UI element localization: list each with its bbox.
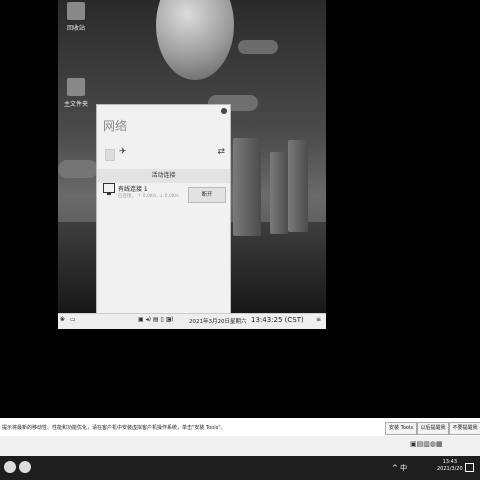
panel-title: 网络 bbox=[103, 119, 128, 133]
standing-stone bbox=[233, 138, 261, 236]
disconnect-button[interactable]: 断开 bbox=[188, 187, 226, 203]
network-panel: 网络 ✈ ⇄ 活动连接 bbox=[96, 104, 231, 316]
vm-clock: 13:43:25 (CST) bbox=[251, 316, 304, 324]
host-time: 13:43 bbox=[442, 459, 458, 465]
cloud bbox=[58, 160, 98, 178]
standing-stone bbox=[288, 140, 308, 232]
never-remind-button[interactable]: 不要提醒我 bbox=[449, 422, 480, 435]
desktop-icon-trash[interactable]: 回收站 bbox=[58, 2, 94, 32]
host-app-icon[interactable] bbox=[4, 461, 16, 473]
connection-status: 已连接， ↑ 0.0K/s, ↓ 0.0K/s bbox=[118, 194, 179, 199]
host-taskbar bbox=[0, 456, 480, 480]
notification-icon[interactable] bbox=[465, 463, 474, 472]
desktop-icon[interactable]: ▭ bbox=[70, 316, 76, 323]
cloud bbox=[238, 40, 278, 54]
vm-taskbar: ❀ ▭ ▣ ◂) ▤ ▯ ▥ ◂) 2021年3月20日星期六 13:43:25… bbox=[58, 313, 326, 329]
section-header: 活动连接 bbox=[97, 169, 230, 183]
host-date: 2021/3/20 bbox=[437, 466, 463, 472]
desktop-icon-home[interactable]: 主文件夹 bbox=[58, 78, 94, 108]
remind-later-button[interactable]: 以后提醒我 bbox=[417, 422, 449, 435]
desktop-icon-label: 主文件夹 bbox=[63, 101, 88, 108]
device-status-icons[interactable]: ▣▤▥◍▦ bbox=[410, 440, 443, 448]
start-menu-icon[interactable]: ❀ bbox=[60, 316, 65, 323]
vm-date: 2021年3月20日星期六 bbox=[189, 319, 247, 325]
swap-icon[interactable]: ⇄ bbox=[217, 147, 225, 157]
host-clock[interactable]: 13:43 2021/3/20 bbox=[437, 459, 463, 473]
airplane-mode-icon[interactable]: ✈ bbox=[119, 147, 127, 157]
vmware-tools-notice: 提示将最新的移动性、性能和功能优化，请在客户机中安装虚拟客户机操作系统，单击"安… bbox=[0, 418, 480, 436]
pin-icon[interactable] bbox=[221, 108, 227, 114]
panel-toolbar: ✈ ⇄ bbox=[105, 147, 225, 161]
monitor-icon bbox=[103, 183, 115, 195]
home-folder-icon bbox=[67, 78, 85, 96]
vmware-icon[interactable] bbox=[19, 461, 31, 473]
tray-icons[interactable]: ▣ ◂) ▤ ▯ ▥ bbox=[138, 316, 171, 323]
system-tray[interactable]: ^ 中 bbox=[392, 463, 407, 473]
standing-stone bbox=[270, 152, 288, 234]
host-status-strip bbox=[0, 436, 480, 456]
menu-icon[interactable]: ≡ bbox=[316, 316, 321, 323]
trash-icon bbox=[67, 2, 85, 20]
notice-text: 提示将最新的移动性、性能和功能优化，请在客户机中安装虚拟客户机操作系统，单击"安… bbox=[2, 425, 226, 431]
install-tools-button[interactable]: 安装 Tools bbox=[385, 422, 417, 435]
volume-icon[interactable]: ◂) bbox=[168, 316, 173, 323]
connection-name[interactable]: 有线连接 1 bbox=[118, 184, 148, 193]
desktop-icon-label: 回收站 bbox=[66, 25, 85, 32]
wired-toggle[interactable] bbox=[105, 149, 115, 161]
